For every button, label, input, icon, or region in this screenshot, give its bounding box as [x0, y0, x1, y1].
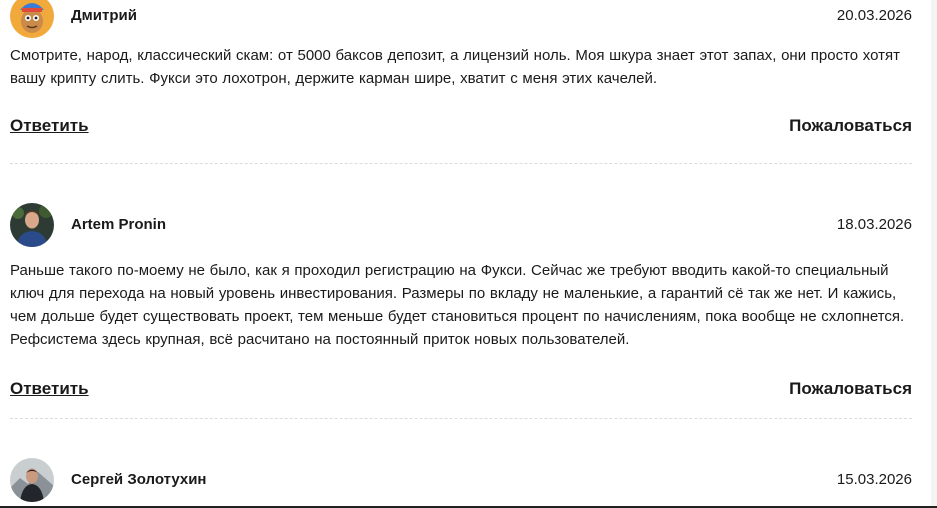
comment-text: Раньше такого по-моему не было, как я пр… — [10, 262, 905, 348]
comment-date: 15.03.2026 — [836, 471, 912, 488]
user-photo-icon[interactable] — [10, 203, 54, 247]
report-button[interactable]: Пожаловаться — [789, 116, 912, 136]
author-name: Сергей Золотухин — [71, 471, 207, 488]
comment-header: Сергей Золотухин 15.03.2026 — [10, 458, 912, 502]
report-button[interactable]: Пожаловаться — [789, 379, 912, 399]
comment-header: Artem Pronin 18.03.2026 — [10, 203, 912, 247]
comment-item: Сергей Золотухин 15.03.2026 — [10, 458, 912, 502]
comment-item: Artem Pronin 18.03.2026 Раньше такого по… — [10, 203, 912, 401]
reply-button[interactable]: Ответить — [10, 379, 89, 399]
author-name: Artem Pronin — [71, 216, 167, 233]
cartoon-avatar-icon[interactable] — [10, 0, 54, 38]
author-name: Дмитрий — [71, 7, 137, 24]
comment-divider — [10, 418, 912, 419]
comment-item: Дмитрий 20.03.2026 Смотрите, народ, клас… — [10, 0, 912, 138]
comment-date: 20.03.2026 — [836, 7, 912, 24]
scrollbar-track[interactable] — [931, 0, 937, 508]
reply-button[interactable]: Ответить — [10, 116, 89, 136]
comment-actions: Ответить Пожаловаться — [10, 116, 912, 138]
comment-text: Смотрите, народ, классический скам: от 5… — [10, 47, 900, 87]
comment-date: 18.03.2026 — [836, 216, 912, 233]
user-photo-icon[interactable] — [10, 458, 54, 502]
comment-actions: Ответить Пожаловаться — [10, 379, 912, 401]
comment-divider — [10, 163, 912, 164]
comment-header: Дмитрий 20.03.2026 — [10, 0, 912, 38]
comments-list: Дмитрий 20.03.2026 Смотрите, народ, клас… — [0, 0, 937, 508]
